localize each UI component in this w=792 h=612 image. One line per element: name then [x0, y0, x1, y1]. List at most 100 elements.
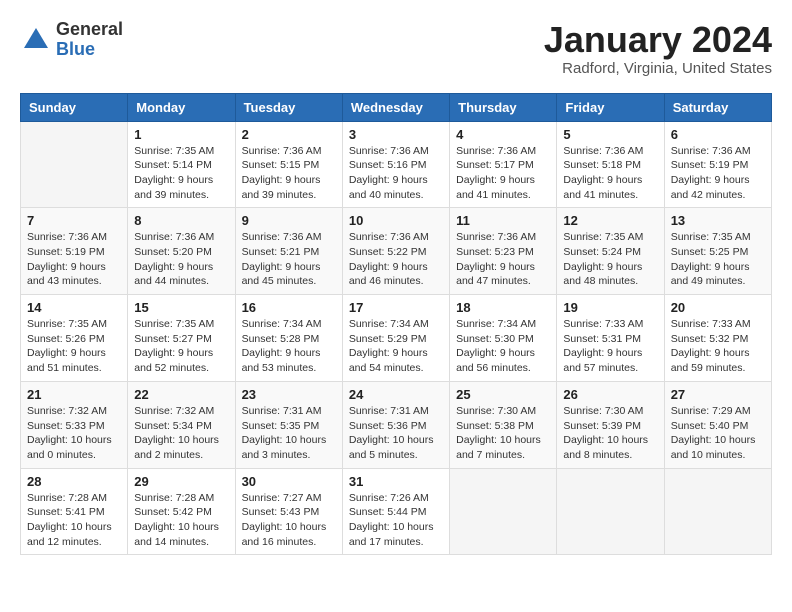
day-info: Sunrise: 7:34 AM Sunset: 5:29 PM Dayligh…	[349, 317, 443, 376]
day-info: Sunrise: 7:33 AM Sunset: 5:31 PM Dayligh…	[563, 317, 657, 376]
calendar-cell: 3 Sunrise: 7:36 AM Sunset: 5:16 PM Daylig…	[342, 121, 449, 208]
day-info: Sunrise: 7:36 AM Sunset: 5:17 PM Dayligh…	[456, 144, 550, 203]
calendar-cell: 20 Sunrise: 7:33 AM Sunset: 5:32 PM Dayli…	[664, 295, 771, 382]
day-info: Sunrise: 7:28 AM Sunset: 5:42 PM Dayligh…	[134, 491, 228, 550]
day-of-week-header: Friday	[557, 93, 664, 121]
day-info: Sunrise: 7:36 AM Sunset: 5:18 PM Dayligh…	[563, 144, 657, 203]
day-info: Sunrise: 7:29 AM Sunset: 5:40 PM Dayligh…	[671, 404, 765, 463]
title-block: January 2024 Radford, Virginia, United S…	[544, 20, 772, 77]
day-number: 25	[456, 387, 550, 402]
day-number: 9	[242, 213, 336, 228]
day-info: Sunrise: 7:36 AM Sunset: 5:23 PM Dayligh…	[456, 230, 550, 289]
day-info: Sunrise: 7:30 AM Sunset: 5:39 PM Dayligh…	[563, 404, 657, 463]
day-number: 18	[456, 300, 550, 315]
day-info: Sunrise: 7:31 AM Sunset: 5:36 PM Dayligh…	[349, 404, 443, 463]
logo-general-text: General	[56, 20, 123, 40]
day-number: 12	[563, 213, 657, 228]
calendar-cell	[557, 468, 664, 555]
day-info: Sunrise: 7:36 AM Sunset: 5:21 PM Dayligh…	[242, 230, 336, 289]
calendar-cell: 22 Sunrise: 7:32 AM Sunset: 5:34 PM Dayli…	[128, 381, 235, 468]
day-info: Sunrise: 7:35 AM Sunset: 5:27 PM Dayligh…	[134, 317, 228, 376]
logo-icon	[20, 24, 52, 56]
day-number: 17	[349, 300, 443, 315]
calendar-cell: 16 Sunrise: 7:34 AM Sunset: 5:28 PM Dayli…	[235, 295, 342, 382]
day-info: Sunrise: 7:30 AM Sunset: 5:38 PM Dayligh…	[456, 404, 550, 463]
day-of-week-header: Saturday	[664, 93, 771, 121]
calendar-header: SundayMondayTuesdayWednesdayThursdayFrid…	[21, 93, 772, 121]
day-info: Sunrise: 7:36 AM Sunset: 5:22 PM Dayligh…	[349, 230, 443, 289]
day-number: 21	[27, 387, 121, 402]
day-of-week-header: Sunday	[21, 93, 128, 121]
day-info: Sunrise: 7:36 AM Sunset: 5:16 PM Dayligh…	[349, 144, 443, 203]
calendar-week-row: 14Sunrise: 7:35 AM Sunset: 5:26 PM Dayli…	[21, 295, 772, 382]
day-info: Sunrise: 7:35 AM Sunset: 5:14 PM Dayligh…	[134, 144, 228, 203]
calendar-cell: 18Sunrise: 7:34 AM Sunset: 5:30 PM Dayli…	[450, 295, 557, 382]
calendar-cell: 24Sunrise: 7:31 AM Sunset: 5:36 PM Dayli…	[342, 381, 449, 468]
calendar-week-row: 1 Sunrise: 7:35 AM Sunset: 5:14 PM Daylig…	[21, 121, 772, 208]
day-number: 3	[349, 127, 443, 142]
day-number: 1	[134, 127, 228, 142]
day-number: 31	[349, 474, 443, 489]
day-number: 14	[27, 300, 121, 315]
calendar-cell: 11 Sunrise: 7:36 AM Sunset: 5:23 PM Dayli…	[450, 208, 557, 295]
day-number: 16	[242, 300, 336, 315]
day-number: 2	[242, 127, 336, 142]
calendar-cell: 21 Sunrise: 7:32 AM Sunset: 5:33 PM Dayli…	[21, 381, 128, 468]
day-info: Sunrise: 7:31 AM Sunset: 5:35 PM Dayligh…	[242, 404, 336, 463]
day-of-week-header: Wednesday	[342, 93, 449, 121]
day-info: Sunrise: 7:32 AM Sunset: 5:34 PM Dayligh…	[134, 404, 228, 463]
month-title: January 2024	[544, 20, 772, 60]
calendar-cell: 7 Sunrise: 7:36 AM Sunset: 5:19 PM Daylig…	[21, 208, 128, 295]
calendar-week-row: 21 Sunrise: 7:32 AM Sunset: 5:33 PM Dayli…	[21, 381, 772, 468]
day-info: Sunrise: 7:34 AM Sunset: 5:28 PM Dayligh…	[242, 317, 336, 376]
calendar-cell: 28Sunrise: 7:28 AM Sunset: 5:41 PM Dayli…	[21, 468, 128, 555]
calendar-week-row: 7 Sunrise: 7:36 AM Sunset: 5:19 PM Daylig…	[21, 208, 772, 295]
day-info: Sunrise: 7:35 AM Sunset: 5:24 PM Dayligh…	[563, 230, 657, 289]
calendar-cell: 29 Sunrise: 7:28 AM Sunset: 5:42 PM Dayli…	[128, 468, 235, 555]
day-number: 15	[134, 300, 228, 315]
calendar-cell: 30Sunrise: 7:27 AM Sunset: 5:43 PM Dayli…	[235, 468, 342, 555]
calendar-cell: 1 Sunrise: 7:35 AM Sunset: 5:14 PM Daylig…	[128, 121, 235, 208]
logo-text: General Blue	[56, 20, 123, 60]
day-number: 6	[671, 127, 765, 142]
day-of-week-header: Tuesday	[235, 93, 342, 121]
calendar-cell: 25 Sunrise: 7:30 AM Sunset: 5:38 PM Dayli…	[450, 381, 557, 468]
day-number: 28	[27, 474, 121, 489]
location-subtitle: Radford, Virginia, United States	[544, 60, 772, 77]
day-info: Sunrise: 7:35 AM Sunset: 5:25 PM Dayligh…	[671, 230, 765, 289]
day-number: 19	[563, 300, 657, 315]
day-info: Sunrise: 7:36 AM Sunset: 5:19 PM Dayligh…	[27, 230, 121, 289]
calendar-cell: 23 Sunrise: 7:31 AM Sunset: 5:35 PM Dayli…	[235, 381, 342, 468]
calendar-cell	[664, 468, 771, 555]
calendar-cell: 27Sunrise: 7:29 AM Sunset: 5:40 PM Dayli…	[664, 381, 771, 468]
day-number: 8	[134, 213, 228, 228]
calendar-cell: 6 Sunrise: 7:36 AM Sunset: 5:19 PM Daylig…	[664, 121, 771, 208]
calendar-cell: 9 Sunrise: 7:36 AM Sunset: 5:21 PM Daylig…	[235, 208, 342, 295]
calendar-week-row: 28Sunrise: 7:28 AM Sunset: 5:41 PM Dayli…	[21, 468, 772, 555]
calendar-table: SundayMondayTuesdayWednesdayThursdayFrid…	[20, 93, 772, 556]
day-info: Sunrise: 7:36 AM Sunset: 5:19 PM Dayligh…	[671, 144, 765, 203]
day-number: 20	[671, 300, 765, 315]
days-of-week-row: SundayMondayTuesdayWednesdayThursdayFrid…	[21, 93, 772, 121]
day-number: 29	[134, 474, 228, 489]
calendar-cell: 2Sunrise: 7:36 AM Sunset: 5:15 PM Daylig…	[235, 121, 342, 208]
calendar-cell: 14Sunrise: 7:35 AM Sunset: 5:26 PM Dayli…	[21, 295, 128, 382]
calendar-cell: 5 Sunrise: 7:36 AM Sunset: 5:18 PM Daylig…	[557, 121, 664, 208]
calendar-cell: 12 Sunrise: 7:35 AM Sunset: 5:24 PM Dayli…	[557, 208, 664, 295]
calendar-cell: 13 Sunrise: 7:35 AM Sunset: 5:25 PM Dayli…	[664, 208, 771, 295]
day-number: 5	[563, 127, 657, 142]
day-number: 4	[456, 127, 550, 142]
calendar-cell: 26 Sunrise: 7:30 AM Sunset: 5:39 PM Dayli…	[557, 381, 664, 468]
day-number: 13	[671, 213, 765, 228]
logo: General Blue	[20, 20, 123, 60]
day-of-week-header: Monday	[128, 93, 235, 121]
day-number: 11	[456, 213, 550, 228]
day-info: Sunrise: 7:33 AM Sunset: 5:32 PM Dayligh…	[671, 317, 765, 376]
calendar-cell: 15 Sunrise: 7:35 AM Sunset: 5:27 PM Dayli…	[128, 295, 235, 382]
day-number: 7	[27, 213, 121, 228]
logo-blue-text: Blue	[56, 40, 123, 60]
day-info: Sunrise: 7:32 AM Sunset: 5:33 PM Dayligh…	[27, 404, 121, 463]
day-number: 26	[563, 387, 657, 402]
day-number: 22	[134, 387, 228, 402]
day-number: 23	[242, 387, 336, 402]
